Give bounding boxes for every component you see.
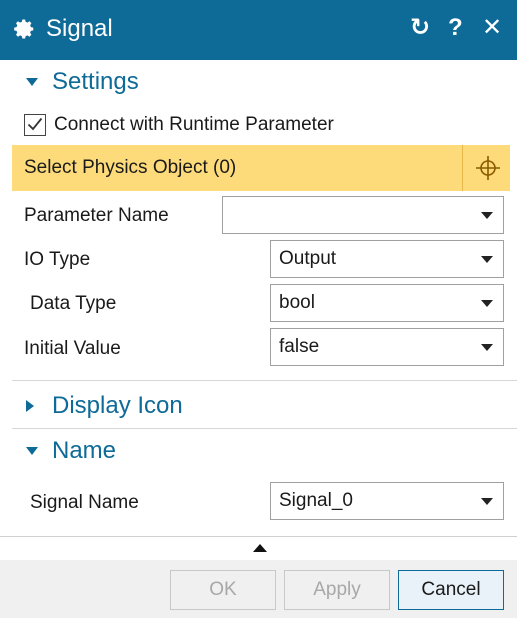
checkmark-icon <box>27 117 43 131</box>
chevron-up-icon[interactable] <box>253 544 267 552</box>
dialog-title: Signal <box>46 15 113 42</box>
chevron-down-icon <box>481 300 493 307</box>
io-type-label: IO Type <box>24 249 91 270</box>
gear-icon <box>14 19 34 39</box>
display-icon-section-header[interactable]: Display Icon <box>0 384 517 428</box>
collapse-strip[interactable] <box>0 536 517 560</box>
chevron-down-icon <box>481 256 493 263</box>
chevron-down-icon <box>481 498 493 505</box>
display-icon-header-label: Display Icon <box>52 392 183 419</box>
initial-value-value: false <box>279 336 320 357</box>
help-icon[interactable]: ? <box>448 14 463 42</box>
signal-name-value: Signal_0 <box>279 490 353 511</box>
crosshair-icon[interactable] <box>474 154 502 182</box>
reset-icon[interactable]: ↻ <box>410 14 430 42</box>
divider <box>462 145 463 191</box>
ok-button[interactable]: OK <box>170 570 276 610</box>
connect-runtime-checkbox-row[interactable]: Connect with Runtime Parameter <box>24 112 334 138</box>
apply-button[interactable]: Apply <box>284 570 390 610</box>
io-type-value: Output <box>279 248 337 269</box>
select-physics-label: Select Physics Object (0) <box>24 157 237 178</box>
chevron-down-icon <box>26 78 38 86</box>
chevron-down-icon <box>26 447 38 455</box>
settings-section-header[interactable]: Settings <box>0 60 517 104</box>
io-type-dropdown[interactable]: Output <box>270 240 504 278</box>
initial-value-dropdown[interactable]: false <box>270 328 504 366</box>
close-icon[interactable]: ✕ <box>482 14 502 42</box>
connect-runtime-label: Connect with Runtime Parameter <box>54 114 334 135</box>
settings-header-label: Settings <box>52 68 139 95</box>
name-section-header[interactable]: Name <box>0 429 517 473</box>
title-bar: Signal ↻ ? ✕ <box>0 0 517 60</box>
signal-name-dropdown[interactable]: Signal_0 <box>270 482 504 520</box>
data-type-label: Data Type <box>30 293 117 314</box>
parameter-name-dropdown[interactable] <box>222 196 504 234</box>
chevron-right-icon <box>26 400 34 412</box>
data-type-value: bool <box>279 292 315 313</box>
cancel-button[interactable]: Cancel <box>398 570 504 610</box>
section-divider <box>12 380 517 381</box>
chevron-down-icon <box>481 344 493 351</box>
data-type-dropdown[interactable]: bool <box>270 284 504 322</box>
parameter-name-label: Parameter Name <box>24 205 169 226</box>
select-physics-object[interactable]: Select Physics Object (0) <box>12 145 510 191</box>
name-header-label: Name <box>52 437 117 464</box>
dialog-footer: OK Apply Cancel <box>0 560 517 618</box>
connect-runtime-checkbox[interactable] <box>24 114 46 136</box>
signal-name-label: Signal Name <box>30 492 139 513</box>
chevron-down-icon <box>481 212 493 219</box>
initial-value-label: Initial Value <box>24 338 121 359</box>
